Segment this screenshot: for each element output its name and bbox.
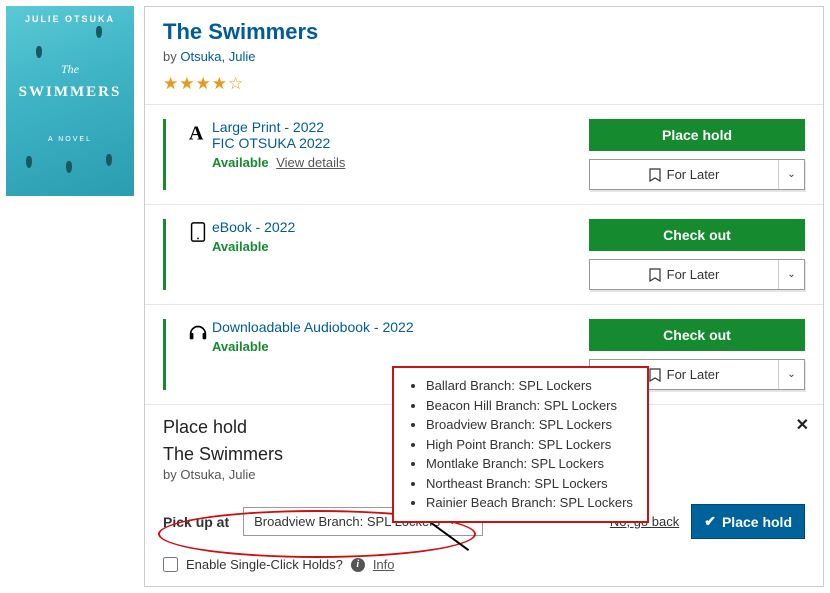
availability-status: Available [212,339,269,354]
view-details-link[interactable]: View details [276,155,345,170]
accent-bar [163,219,166,290]
rating-stars[interactable]: ★★★★☆ [163,74,805,94]
chevron-down-icon: ⌄ [787,269,795,280]
place-hold-button[interactable]: Place hold [589,119,805,151]
format-link[interactable]: eBook - 2022 [212,219,295,235]
for-later-dropdown[interactable]: ⌄ [778,160,804,189]
check-icon: ✔ [704,513,716,530]
ebook-icon [184,219,212,243]
close-icon[interactable]: ✕ [796,415,809,435]
cover-title: SWIMMERS [6,84,134,101]
for-later-dropdown[interactable]: ⌄ [778,260,804,289]
locker-option: Rainier Beach Branch: SPL Lockers [426,493,633,513]
book-cover[interactable]: JULIE OTSUKA The SWIMMERS A NOVEL [6,6,134,196]
chevron-down-icon: ⌄ [787,169,795,180]
svg-text:A: A [189,122,204,143]
cover-subtitle: A NOVEL [6,136,134,143]
for-later-dropdown[interactable]: ⌄ [778,360,804,389]
availability-status: Available [212,155,269,170]
locker-option: High Point Branch: SPL Lockers [426,435,633,455]
accent-bar [163,319,166,390]
book-header: The Swimmers by Otsuka, Julie ★★★★☆ [145,7,823,104]
info-link[interactable]: Info [373,557,395,572]
pickup-label: Pick up at [163,514,229,530]
headphones-icon [184,319,212,343]
bookmark-icon [649,368,661,382]
locker-option: Montlake Branch: SPL Lockers [426,454,633,474]
for-later-button[interactable]: For Later [590,160,778,189]
single-click-label: Enable Single-Click Holds? [186,557,343,572]
locker-option: Northeast Branch: SPL Lockers [426,474,633,494]
book-title[interactable]: The Swimmers [163,19,805,45]
cover-author: JULIE OTSUKA [6,14,134,24]
format-link[interactable]: Large Print - 2022 [212,119,324,135]
check-out-button[interactable]: Check out [589,219,805,251]
locker-option: Broadview Branch: SPL Lockers [426,415,633,435]
locker-option: Ballard Branch: SPL Lockers [426,376,633,396]
bookmark-icon [649,168,661,182]
author-link[interactable]: Otsuka, Julie [180,49,255,64]
confirm-place-hold-button[interactable]: ✔ Place hold [691,504,805,539]
large-print-icon: A [184,119,212,143]
single-click-row: Enable Single-Click Holds? i Info [163,557,805,572]
format-ebook: eBook - 2022 Available Check out For Lat… [145,204,823,304]
bookmark-icon [649,268,661,282]
call-number: FIC OTSUKA 2022 [212,135,330,151]
locker-options-callout: Ballard Branch: SPL Lockers Beacon Hill … [392,366,649,523]
info-icon[interactable]: i [351,558,365,572]
cover-title-small: The [6,62,134,77]
chevron-down-icon: ⌄ [787,369,795,380]
format-link[interactable]: Downloadable Audiobook - 2022 [212,319,414,335]
accent-bar [163,119,166,190]
availability-status: Available [212,239,269,254]
for-later-button[interactable]: For Later [590,260,778,289]
cover-column: JULIE OTSUKA The SWIMMERS A NOVEL [6,6,134,587]
single-click-checkbox[interactable] [163,557,178,572]
format-large-print: A Large Print - 2022 FIC OTSUKA 2022 Ava… [145,104,823,204]
check-out-button[interactable]: Check out [589,319,805,351]
book-byline: by Otsuka, Julie [163,49,805,64]
locker-option: Beacon Hill Branch: SPL Lockers [426,396,633,416]
